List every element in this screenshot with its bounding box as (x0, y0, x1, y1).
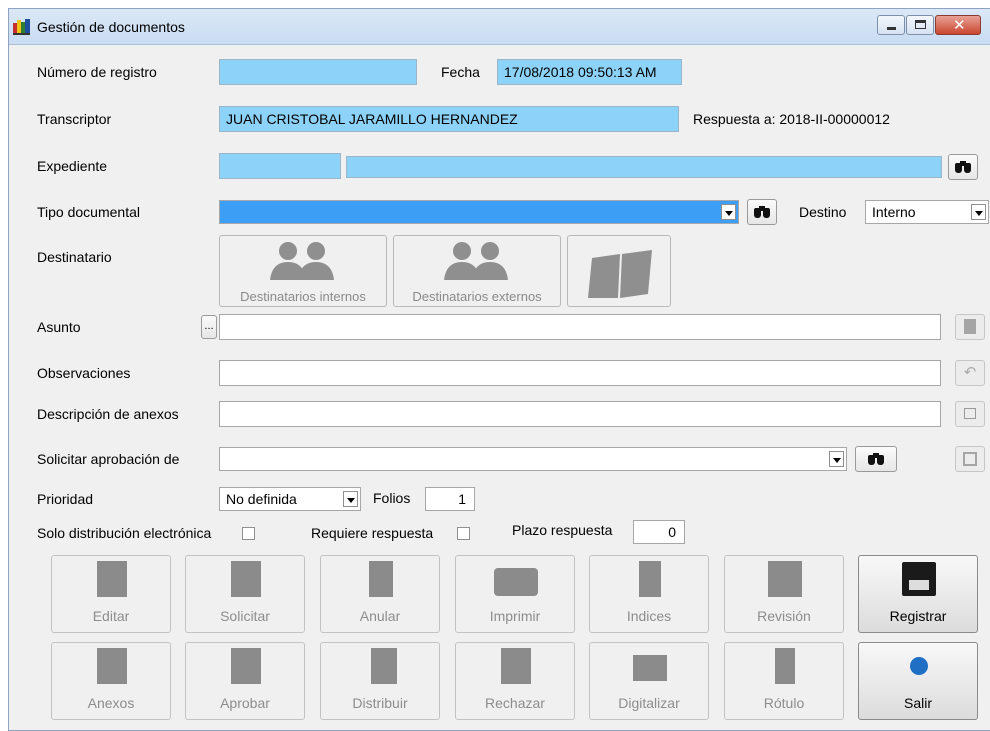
digitalizar-button[interactable]: Digitalizar (589, 642, 709, 720)
address-book-button[interactable] (567, 235, 671, 307)
printer-small-icon (963, 452, 977, 466)
binoculars-icon (753, 206, 771, 218)
editar-button[interactable]: Editar (51, 555, 171, 633)
window-icon (964, 408, 976, 419)
expediente-code-field[interactable] (219, 153, 341, 179)
numero-registro-label: Número de registro (37, 64, 157, 80)
tipo-documental-select[interactable] (219, 200, 739, 224)
aprobar-button[interactable]: Aprobar (185, 642, 305, 720)
solicitar-aprobacion-label: Solicitar aprobación de (37, 451, 180, 467)
close-button[interactable]: ✕ (935, 15, 981, 35)
destino-select[interactable]: Interno (865, 200, 989, 224)
destino-label: Destino (799, 204, 847, 220)
chevron-down-icon[interactable] (971, 204, 986, 220)
close-icon: ✕ (953, 17, 966, 34)
cancel-document-icon (369, 561, 393, 597)
salir-button[interactable]: Salir (858, 642, 978, 720)
imprimir-button[interactable]: Imprimir (455, 555, 575, 633)
undo-icon: ↶ (963, 364, 977, 381)
numero-registro-field[interactable] (219, 59, 417, 85)
solicitar-aprobacion-select[interactable] (219, 447, 847, 471)
asunto-edit-button[interactable] (955, 314, 985, 340)
expediente-name-field[interactable] (346, 156, 942, 178)
floppy-disk-icon (902, 562, 936, 596)
folios-label: Folios (373, 490, 411, 506)
printer-icon (494, 568, 538, 596)
folios-field[interactable]: 1 (425, 487, 475, 511)
book-icon (588, 250, 652, 298)
solicitar-aprobacion-search-button[interactable] (855, 446, 897, 472)
asunto-label: Asunto (37, 319, 81, 335)
fecha-field[interactable]: 17/08/2018 09:50:13 AM (497, 59, 682, 85)
transcriptor-field[interactable]: JUAN CRISTOBAL JARAMILLO HERNANDEZ (219, 106, 679, 132)
registrar-button[interactable]: Registrar (858, 555, 978, 633)
destinatarios-externos-button[interactable]: Destinatarios externos (393, 235, 561, 307)
fecha-label: Fecha (441, 64, 480, 80)
respuesta-text: Respuesta a: 2018-II-00000012 (693, 111, 890, 127)
request-icon (231, 561, 261, 597)
chevron-down-icon[interactable] (343, 491, 358, 507)
distribuir-button[interactable]: Distribuir (320, 642, 440, 720)
binoculars-icon (867, 453, 885, 465)
transcriptor-label: Transcriptor (37, 111, 112, 127)
destinatarios-internos-button[interactable]: Destinatarios internos (219, 235, 387, 307)
revision-button[interactable]: Revisión (724, 555, 844, 633)
destinatarios-externos-label: Destinatarios externos (412, 289, 542, 304)
index-search-icon (639, 561, 661, 597)
solo-distribucion-label: Solo distribución electrónica (37, 525, 212, 541)
observaciones-label: Observaciones (37, 365, 131, 381)
rotulo-button[interactable]: Rótulo (724, 642, 844, 720)
requiere-respuesta-checkbox[interactable] (457, 527, 470, 540)
observaciones-field[interactable] (219, 360, 941, 386)
chevron-down-icon[interactable] (721, 204, 736, 220)
people-icon (270, 242, 334, 280)
tipo-documental-search-button[interactable] (747, 199, 777, 225)
anular-button[interactable]: Anular (320, 555, 440, 633)
descripcion-anexos-button[interactable] (955, 401, 985, 427)
print-label-button[interactable] (955, 446, 985, 472)
prioridad-label: Prioridad (37, 491, 94, 507)
label-icon (775, 648, 795, 684)
app-icon (13, 19, 30, 35)
solo-distribucion-checkbox[interactable] (242, 527, 255, 540)
plazo-respuesta-label: Plazo respuesta (512, 522, 613, 538)
tipo-documental-label: Tipo documental (37, 204, 140, 220)
chevron-down-icon[interactable] (829, 451, 844, 467)
people-icon (444, 242, 508, 280)
plazo-respuesta-field[interactable]: 0 (633, 520, 685, 544)
destinatarios-internos-label: Destinatarios internos (240, 289, 366, 304)
asunto-expand-button[interactable]: ... (201, 315, 217, 339)
requiere-respuesta-label: Requiere respuesta (311, 525, 434, 541)
scanner-icon (633, 655, 667, 681)
expediente-search-button[interactable] (948, 154, 978, 180)
observaciones-undo-button[interactable]: ↶ (955, 360, 985, 386)
solicitar-button[interactable]: Solicitar (185, 555, 305, 633)
distribute-icon (371, 648, 397, 684)
reject-icon (501, 648, 531, 684)
exit-icon (910, 657, 928, 675)
anexos-button[interactable]: Anexos (51, 642, 171, 720)
destinatario-label: Destinatario (37, 249, 112, 265)
descripcion-anexos-field[interactable] (219, 401, 941, 427)
minimize-button[interactable] (877, 15, 905, 35)
attachments-icon (97, 648, 127, 684)
minimize-icon (887, 27, 896, 30)
document-management-window: Gestión de documentos ✕ Número de regist… (8, 8, 990, 731)
descripcion-anexos-label: Descripción de anexos (37, 406, 179, 422)
approve-icon (231, 648, 261, 684)
window-title: Gestión de documentos (37, 19, 185, 35)
asunto-field[interactable] (219, 314, 941, 340)
binoculars-icon (954, 161, 972, 173)
maximize-icon (915, 20, 926, 29)
review-icon (768, 561, 802, 597)
expediente-label: Expediente (37, 158, 108, 174)
maximize-button[interactable] (906, 15, 934, 35)
title-bar: Gestión de documentos ✕ (9, 9, 990, 45)
indices-button[interactable]: Indices (589, 555, 709, 633)
edit-icon (97, 561, 127, 597)
rechazar-button[interactable]: Rechazar (455, 642, 575, 720)
edit-note-icon (964, 319, 976, 334)
prioridad-select[interactable]: No definida (219, 487, 361, 511)
